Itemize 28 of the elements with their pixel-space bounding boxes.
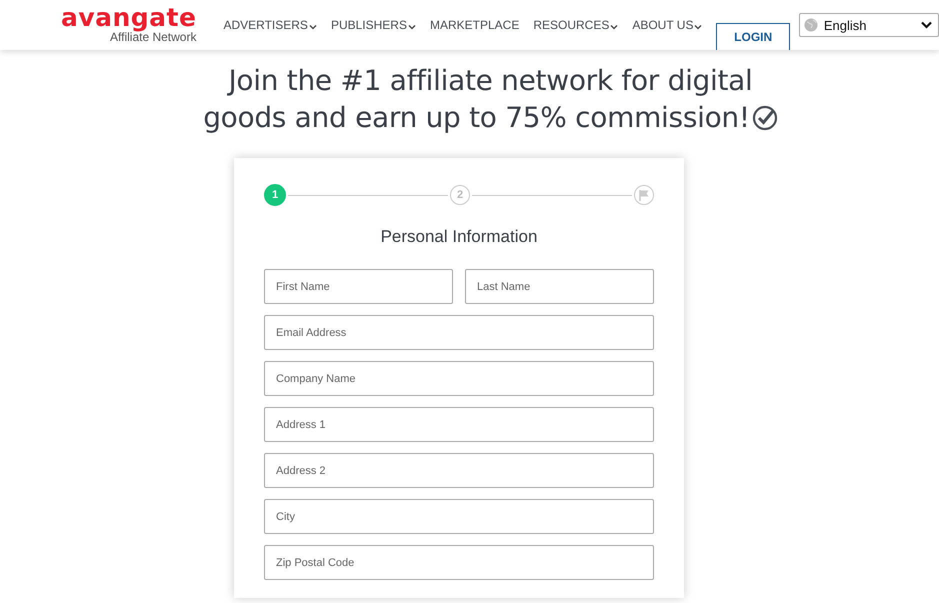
login-button[interactable]: LOGIN xyxy=(716,23,790,50)
caret-icon xyxy=(610,24,618,30)
input-field[interactable]: Last Name xyxy=(465,269,654,304)
step-indicator: 1 xyxy=(264,184,286,206)
nav-link[interactable]: RESOURCES xyxy=(533,18,618,32)
input-field[interactable]: Email Address xyxy=(264,315,654,350)
input-field[interactable]: Zip Postal Code xyxy=(264,545,654,580)
input-field[interactable]: City xyxy=(264,499,654,534)
language-select[interactable]: English xyxy=(798,13,939,37)
headline: Join the #1 affiliate network for digital goods and earn up to 75% commission! xyxy=(190,62,790,136)
input-field[interactable]: Address 2 xyxy=(264,453,654,488)
caret-icon xyxy=(308,24,317,30)
logo[interactable]: avangate xyxy=(60,6,196,30)
logo-subtitle: Affiliate Network xyxy=(110,30,196,44)
step-indicator: 2 xyxy=(450,185,470,205)
caret-icon xyxy=(408,24,416,30)
check-circle-icon xyxy=(752,105,778,131)
nav-link[interactable]: ABOUT US xyxy=(632,18,702,32)
input-field[interactable]: Address 1 xyxy=(264,407,654,442)
caret-icon xyxy=(921,21,932,29)
form-title: Personal Information xyxy=(380,227,538,247)
nav-link[interactable]: PUBLISHERS xyxy=(330,18,416,32)
nav-link[interactable]: ADVERTISERS xyxy=(223,18,317,32)
input-field[interactable]: First Name xyxy=(264,269,453,304)
caret-icon xyxy=(694,24,702,30)
nav-link[interactable]: MARKETPLACE xyxy=(430,18,520,32)
globe-icon xyxy=(804,18,818,32)
input-field[interactable]: Company Name xyxy=(264,361,654,396)
